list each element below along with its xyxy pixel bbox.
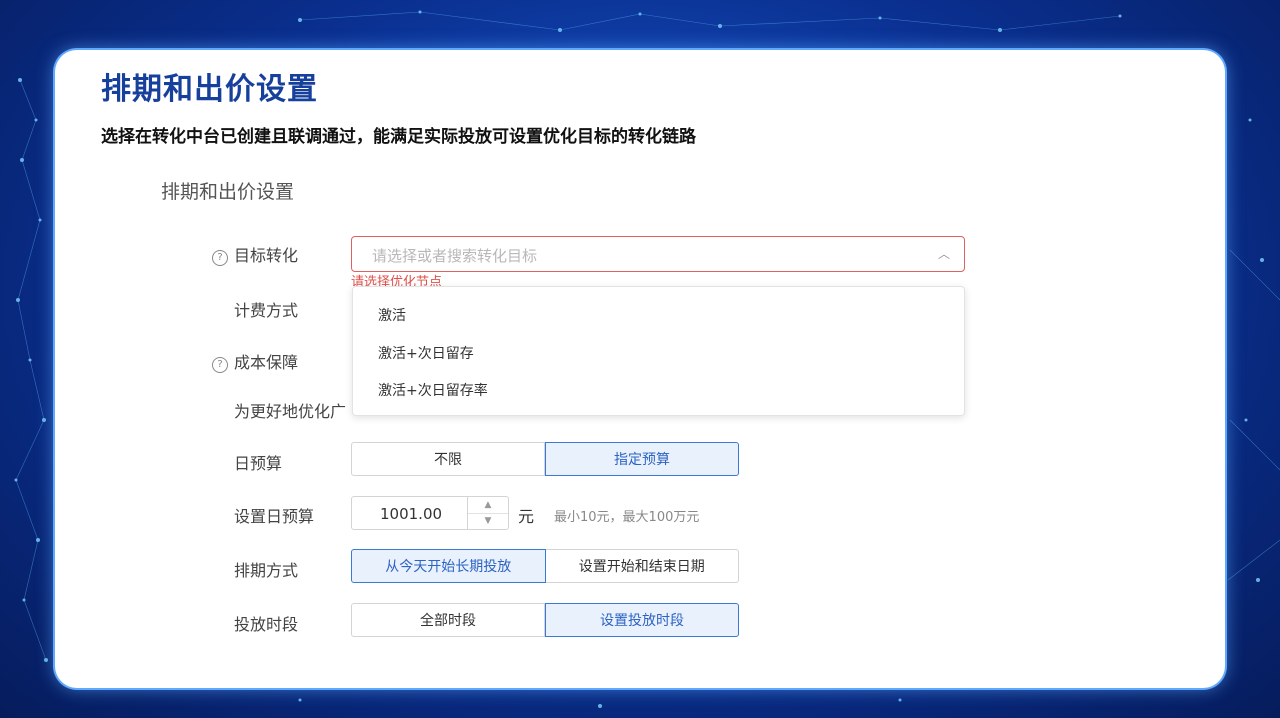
target-conversion-error: 请选择优化节点 [351, 275, 443, 286]
budget-unit: 元 [518, 507, 535, 526]
time-custom[interactable]: 设置投放时段 [545, 603, 739, 637]
billing-method-label: 计费方式 [234, 301, 299, 320]
schedule-method-label: 排期方式 [234, 561, 299, 580]
set-daily-budget-label: 设置日预算 [234, 507, 315, 526]
target-conversion-select[interactable]: 请选择或者搜索转化目标 ︿ [351, 236, 965, 272]
caret-down-icon[interactable]: ▼ [468, 513, 508, 529]
section-title: 排期和出价设置 [161, 181, 295, 203]
chevron-up-icon[interactable]: ︿ [938, 245, 950, 262]
delivery-time-label: 投放时段 [234, 615, 299, 634]
daily-budget-segment: 不限 指定预算 [351, 442, 739, 476]
schedule-long-term[interactable]: 从今天开始长期投放 [351, 549, 546, 583]
daily-budget-label: 日预算 [234, 454, 283, 473]
daily-budget-unlimited[interactable]: 不限 [351, 442, 545, 476]
optimize-note: 为更好地优化广 [234, 402, 347, 421]
daily-budget-specified[interactable]: 指定预算 [545, 442, 739, 476]
stepper-buttons: ▲ ▼ [467, 497, 508, 529]
budget-stepper[interactable]: 1001.00 ▲ ▼ [351, 496, 509, 530]
schedule-date-range[interactable]: 设置开始和结束日期 [545, 549, 739, 583]
slide-title: 排期和出价设置 [101, 72, 318, 107]
cost-guarantee-text: 成本保障 [234, 353, 299, 372]
budget-value[interactable]: 1001.00 [380, 505, 442, 523]
question-circle-icon[interactable]: ? [212, 357, 228, 373]
dropdown-item-activation-retention-rate[interactable]: 激活+次日留存率 [378, 380, 488, 400]
budget-hint: 最小10元，最大100万元 [554, 510, 700, 525]
dropdown-item-activation[interactable]: 激活 [378, 305, 406, 325]
caret-up-icon[interactable]: ▲ [468, 497, 508, 514]
question-circle-icon[interactable]: ? [212, 250, 228, 266]
dropdown-item-activation-retention[interactable]: 激活+次日留存 [378, 343, 474, 363]
cost-guarantee-label: ? 成本保障 [212, 349, 298, 373]
target-conversion-label: ? 目标转化 [212, 242, 298, 266]
slide-subtitle: 选择在转化中台已创建且联调通过，能满足实际投放可设置优化目标的转化链路 [101, 127, 696, 147]
delivery-time-segment: 全部时段 设置投放时段 [351, 603, 739, 637]
target-conversion-placeholder: 请选择或者搜索转化目标 [372, 247, 538, 265]
schedule-segment: 从今天开始长期投放 设置开始和结束日期 [351, 549, 739, 583]
target-conversion-dropdown: 激活 激活+次日留存 激活+次日留存率 [352, 286, 965, 416]
time-all-day[interactable]: 全部时段 [351, 603, 545, 637]
target-conversion-text: 目标转化 [234, 246, 299, 265]
content-card: 排期和出价设置 选择在转化中台已创建且联调通过，能满足实际投放可设置优化目标的转… [55, 50, 1225, 688]
